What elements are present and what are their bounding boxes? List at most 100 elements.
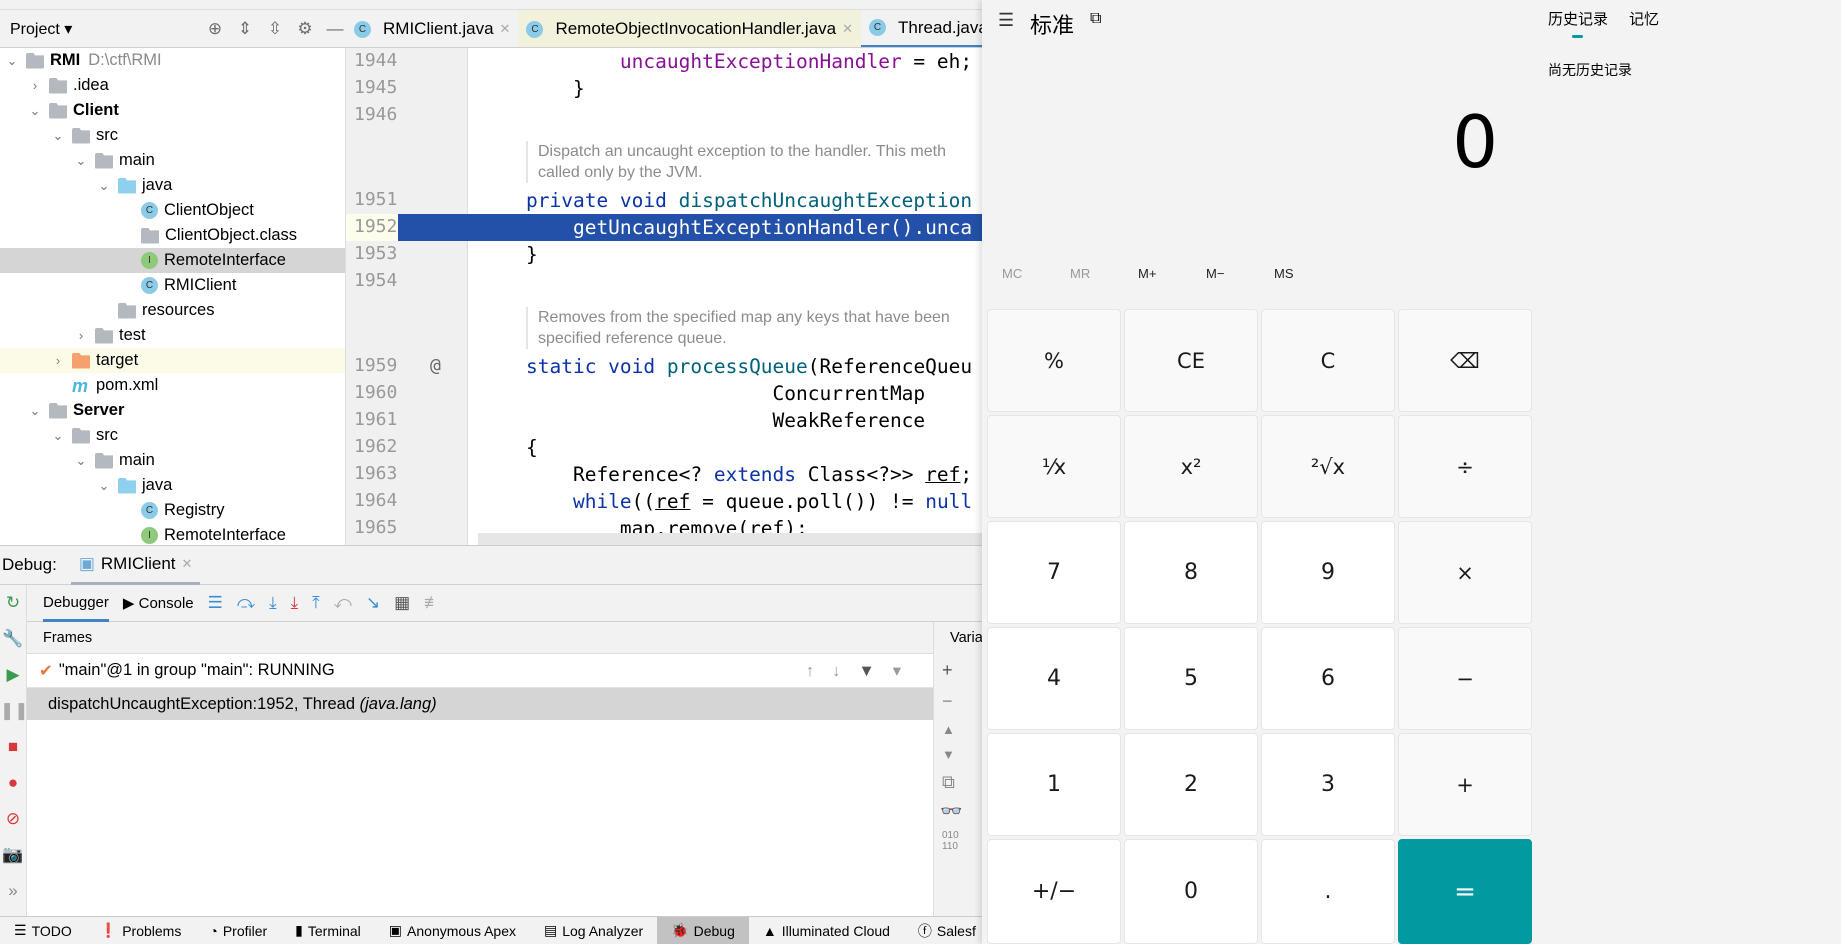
tree-item[interactable]: ⌄ Server bbox=[0, 398, 345, 423]
tab-debugger[interactable]: Debugger bbox=[43, 585, 109, 622]
up-icon[interactable]: ▲ bbox=[934, 712, 982, 737]
tree-item[interactable]: m pom.xml bbox=[0, 373, 345, 398]
wrench-icon[interactable]: 🔧 bbox=[0, 621, 26, 657]
tree-item[interactable]: ⌄ main bbox=[0, 148, 345, 173]
tree-item[interactable]: › .idea bbox=[0, 73, 345, 98]
more-icon[interactable]: » bbox=[0, 873, 26, 909]
toolwindow-terminal[interactable]: ▮ Terminal bbox=[281, 917, 375, 944]
key-4-2[interactable]: 3 bbox=[1261, 733, 1395, 836]
memory-button-M−[interactable]: M− bbox=[1206, 266, 1224, 281]
frame-row[interactable]: dispatchUncaughtException:1952, Thread (… bbox=[27, 688, 933, 720]
project-view-selector[interactable]: Project ▾ bbox=[10, 19, 72, 39]
chevron-right-icon[interactable]: › bbox=[50, 353, 66, 368]
tree-item[interactable]: ⌄ src bbox=[0, 123, 345, 148]
chevron-down-icon[interactable]: ⌄ bbox=[73, 153, 89, 169]
thread-nav-icons[interactable]: ↑↓▼▾ bbox=[806, 661, 919, 681]
toolwindow-salesf[interactable]: ⓕ Salesf bbox=[904, 917, 982, 944]
key-0-0[interactable]: % bbox=[987, 309, 1121, 412]
key-5-1[interactable]: 0 bbox=[1124, 839, 1258, 944]
chevron-down-icon[interactable]: ⌄ bbox=[50, 128, 66, 144]
code-editor[interactable]: uncaughtExceptionHandler = eh; } Dispatch… bbox=[468, 48, 982, 545]
watches-icon[interactable]: 👓 bbox=[934, 793, 982, 822]
key-3-3[interactable]: − bbox=[1398, 627, 1532, 730]
step-out-icon[interactable]: ⤒ bbox=[312, 593, 320, 613]
close-icon[interactable]: ✕ bbox=[182, 556, 193, 572]
tree-item[interactable]: ⌄ java bbox=[0, 473, 345, 498]
toolwindow-debug[interactable]: 🐞 Debug bbox=[657, 917, 749, 944]
toolwindow-profiler[interactable]: ◔ Profiler bbox=[195, 917, 281, 944]
remove-icon[interactable]: − bbox=[934, 681, 982, 712]
locate-icon[interactable]: ⊕ bbox=[204, 19, 226, 39]
editor-tab[interactable]: C Thread.java bbox=[861, 10, 982, 47]
editor-tab[interactable]: C RemoteObjectInvocationHandler.java ✕ bbox=[518, 10, 862, 47]
toolwindow-illuminated-cloud[interactable]: ▲ Illuminated Cloud bbox=[749, 917, 904, 944]
tree-item[interactable]: ClientObject.class bbox=[0, 223, 345, 248]
key-0-3[interactable]: ⌫ bbox=[1398, 309, 1532, 412]
chevron-right-icon[interactable]: › bbox=[73, 328, 89, 343]
evaluate-icon[interactable]: ▦ bbox=[394, 593, 410, 613]
tab-history[interactable]: 历史记录 bbox=[1548, 8, 1608, 29]
stop-icon[interactable]: ■ bbox=[0, 729, 26, 765]
key-2-1[interactable]: 8 bbox=[1124, 521, 1258, 624]
rerun-icon[interactable]: ↻ bbox=[0, 585, 26, 621]
gear-icon[interactable]: ⚙ bbox=[294, 19, 316, 39]
tree-item[interactable]: I RemoteInterface bbox=[0, 248, 345, 273]
memory-button-M+[interactable]: M+ bbox=[1138, 266, 1156, 281]
key-0-2[interactable]: C bbox=[1261, 309, 1395, 412]
collapse-all-icon[interactable]: ⇳ bbox=[264, 19, 286, 39]
close-icon[interactable]: ✕ bbox=[842, 21, 853, 37]
binary-icon[interactable]: 010 110 bbox=[934, 822, 982, 852]
layout-icon[interactable]: ☰ bbox=[208, 593, 223, 613]
key-5-2[interactable]: . bbox=[1261, 839, 1395, 944]
chevron-down-icon[interactable]: ⌄ bbox=[27, 103, 43, 119]
key-4-1[interactable]: 2 bbox=[1124, 733, 1258, 836]
chevron-down-icon[interactable]: ⌄ bbox=[27, 403, 43, 419]
key-1-3[interactable]: ÷ bbox=[1398, 415, 1532, 518]
tree-item[interactable]: ⌄ main bbox=[0, 448, 345, 473]
toolwindow-todo[interactable]: ☰ TODO bbox=[0, 917, 86, 944]
key-3-2[interactable]: 6 bbox=[1261, 627, 1395, 730]
tab-console[interactable]: ▶ Console bbox=[123, 594, 194, 612]
tree-item[interactable]: › test bbox=[0, 323, 345, 348]
tree-item[interactable]: I RemoteInterface bbox=[0, 523, 345, 545]
expand-all-icon[interactable]: ⇕ bbox=[234, 19, 256, 39]
tree-item[interactable]: C Registry bbox=[0, 498, 345, 523]
tree-item[interactable]: resources bbox=[0, 298, 345, 323]
key-5-3[interactable]: = bbox=[1398, 839, 1532, 944]
resume-icon[interactable]: ▶ bbox=[0, 657, 26, 693]
trace-icon[interactable]: ≢ bbox=[424, 593, 441, 613]
tab-memory[interactable]: 记忆 bbox=[1629, 8, 1659, 29]
tree-item[interactable]: ⌄ Client bbox=[0, 98, 345, 123]
key-4-3[interactable]: + bbox=[1398, 733, 1532, 836]
pause-icon[interactable]: ❚❚ bbox=[0, 693, 29, 729]
tree-item[interactable]: › target bbox=[0, 348, 345, 373]
force-step-into-icon[interactable]: ⤓ bbox=[291, 593, 299, 613]
key-1-0[interactable]: ¹⁄x bbox=[987, 415, 1121, 518]
key-2-2[interactable]: 9 bbox=[1261, 521, 1395, 624]
chevron-down-icon[interactable]: ⌄ bbox=[50, 428, 66, 444]
tree-item[interactable]: ⌄ RMI D:\ctf\RMI bbox=[0, 48, 345, 73]
step-into-icon[interactable]: ⤓ bbox=[269, 593, 277, 613]
down-icon[interactable]: ▼ bbox=[934, 737, 982, 762]
chevron-down-icon[interactable]: ⌄ bbox=[96, 478, 112, 494]
editor-tab[interactable]: C RMIClient.java ✕ bbox=[346, 10, 518, 47]
mute-breakpoints-icon[interactable]: ⊘ bbox=[0, 801, 26, 837]
drop-frame-icon[interactable]: ⤺ bbox=[334, 593, 352, 613]
key-1-1[interactable]: x² bbox=[1124, 415, 1258, 518]
key-3-1[interactable]: 5 bbox=[1124, 627, 1258, 730]
key-4-0[interactable]: 1 bbox=[987, 733, 1121, 836]
menu-icon[interactable]: ☰ bbox=[998, 10, 1014, 31]
tree-item[interactable]: C RMIClient bbox=[0, 273, 345, 298]
tree-item[interactable]: ⌄ java bbox=[0, 173, 345, 198]
chevron-down-icon[interactable]: ⌄ bbox=[4, 53, 20, 69]
tree-item[interactable]: ⌄ src bbox=[0, 423, 345, 448]
keep-on-top-icon[interactable]: ⧉ bbox=[1090, 10, 1101, 28]
close-icon[interactable]: ✕ bbox=[500, 21, 511, 37]
thread-selector[interactable]: ✔ "main"@1 in group "main": RUNNING ↑↓▼▾ bbox=[27, 654, 933, 688]
toolwindow-problems[interactable]: ❗ Problems bbox=[86, 917, 196, 944]
key-0-1[interactable]: CE bbox=[1124, 309, 1258, 412]
toolwindow-log-analyzer[interactable]: ▤ Log Analyzer bbox=[530, 917, 657, 944]
chevron-right-icon[interactable]: › bbox=[27, 78, 43, 93]
key-3-0[interactable]: 4 bbox=[987, 627, 1121, 730]
hide-icon[interactable]: — bbox=[324, 19, 346, 39]
